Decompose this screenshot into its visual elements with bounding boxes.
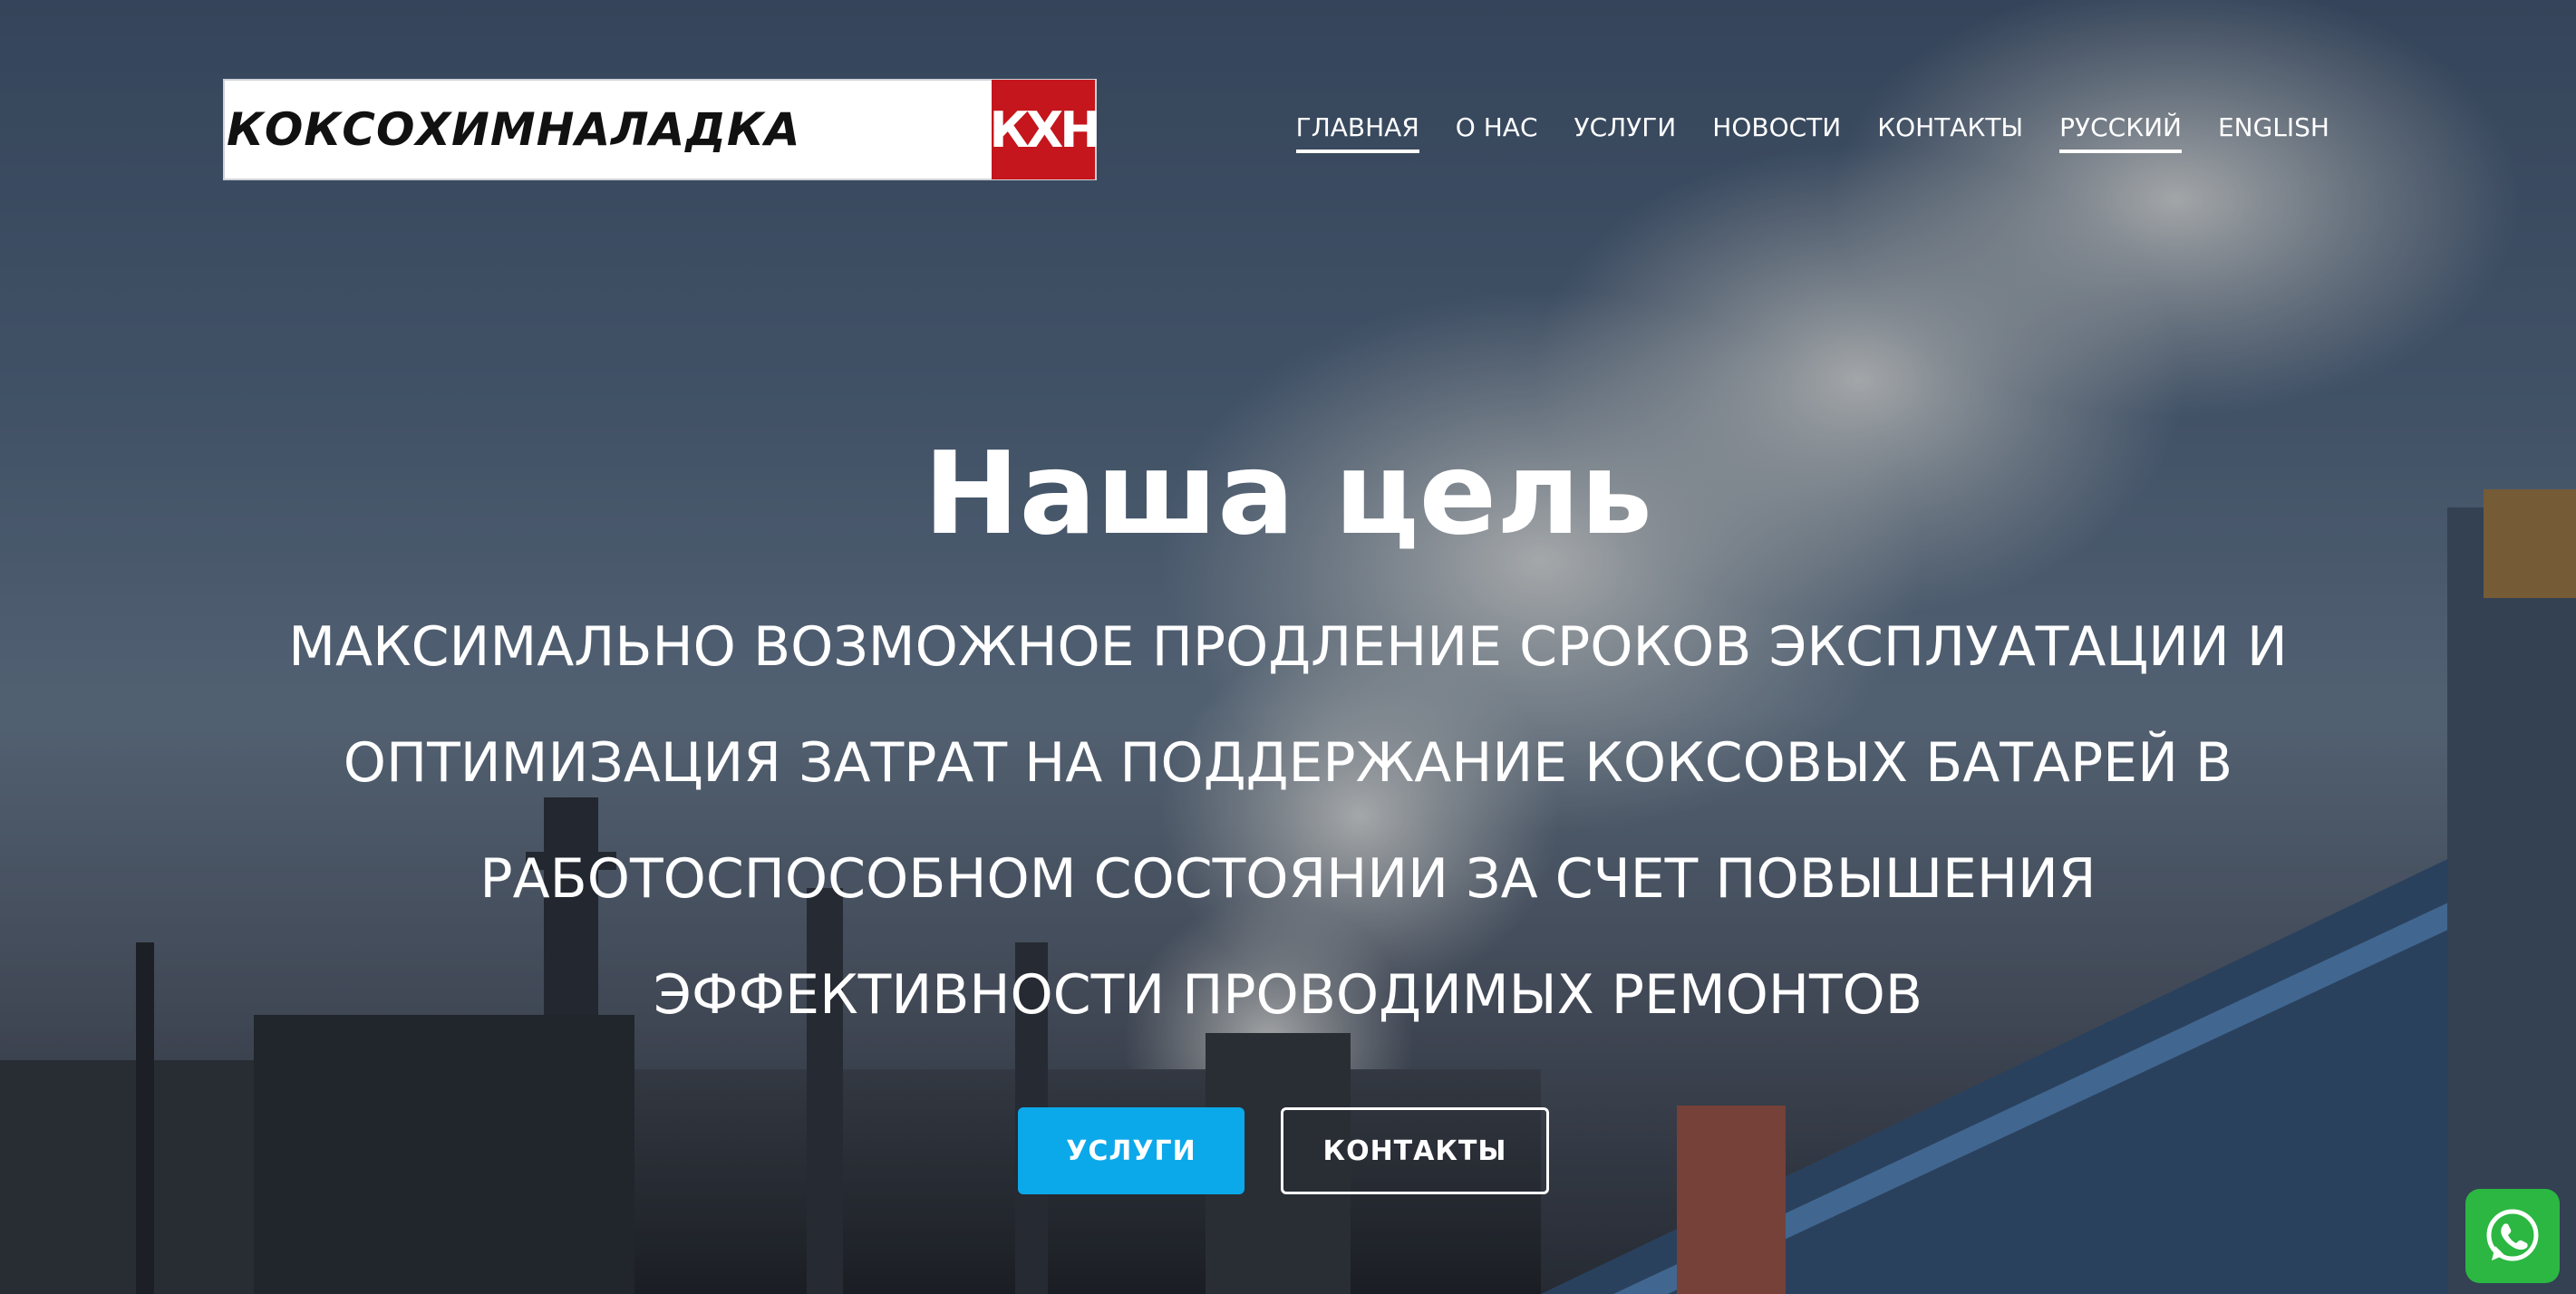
nav-item-language-russian[interactable]: РУССКИЙ [2059,112,2182,153]
logo-wordmark: КОКСОХИМНАЛАДКА [227,103,801,156]
contacts-button[interactable]: КОНТАКТЫ [1281,1107,1549,1194]
nav-item-home[interactable]: ГЛАВНАЯ [1295,112,1419,153]
site-logo[interactable]: КОКСОХИМНАЛАДКА КХН [223,79,1100,180]
hero-section: КОКСОХИМНАЛАДКА КХН ГЛАВНАЯ О НАС УСЛУГИ… [0,0,2576,1294]
nav-item-language-english[interactable]: ENGLISH [2218,112,2329,153]
whatsapp-icon [2486,1209,2539,1261]
hero-subtitle: МАКСИМАЛЬНО ВОЗМОЖНОЕ ПРОДЛЕНИЕ СРОКОВ Э… [288,615,2288,1027]
hero-title: Наша цель [924,427,1652,560]
nav-item-news[interactable]: НОВОСТИ [1712,112,1841,153]
hero-actions: УСЛУГИ КОНТАКТЫ [1018,1107,1549,1194]
logo-emblem: КХН [990,80,1100,179]
nav-item-contacts[interactable]: КОНТАКТЫ [1877,112,2023,153]
hero-content: Наша цель МАКСИМАЛЬНО ВОЗМОЖНОЕ ПРОДЛЕНИ… [0,426,2576,1194]
services-button[interactable]: УСЛУГИ [1018,1107,1244,1194]
nav-item-about[interactable]: О НАС [1456,112,1538,153]
nav-item-services[interactable]: УСЛУГИ [1574,112,1677,153]
whatsapp-chat-button[interactable] [2465,1189,2560,1283]
main-navigation: ГЛАВНАЯ О НАС УСЛУГИ НОВОСТИ КОНТАКТЫ РУ… [1295,112,2329,153]
